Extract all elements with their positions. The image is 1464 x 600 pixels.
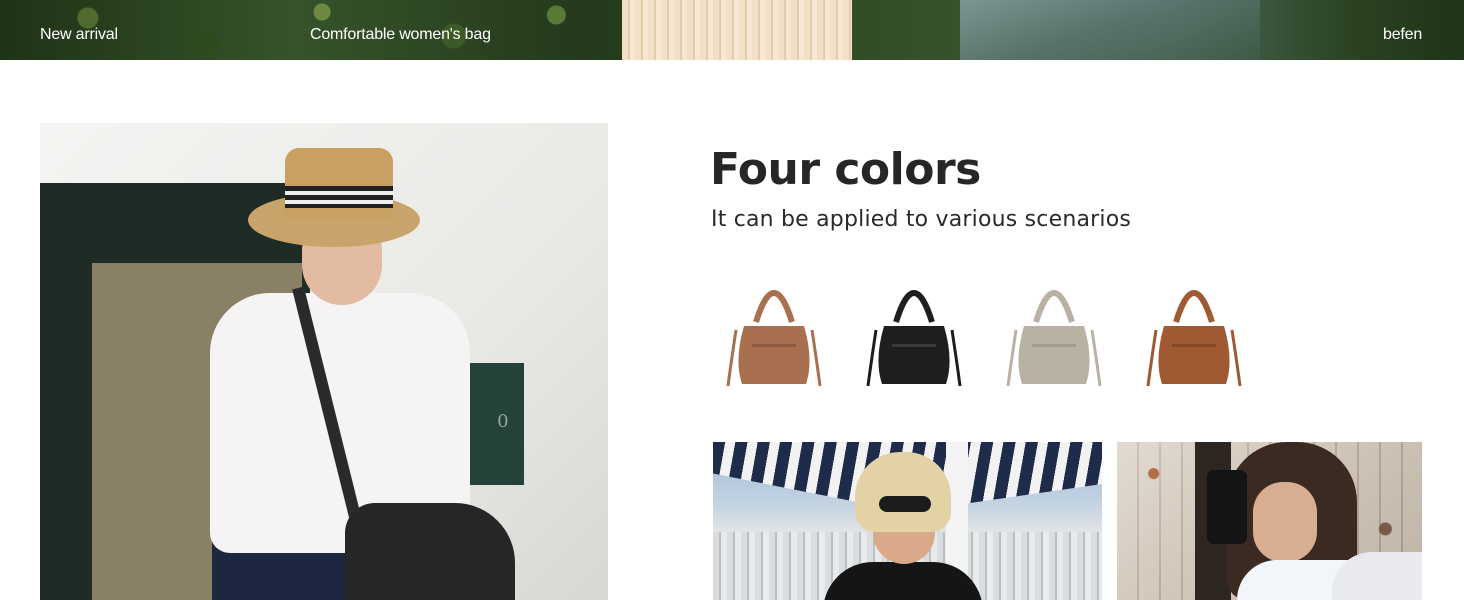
sunglasses (879, 496, 931, 512)
top-banner: New arrival Comfortable women's bag befe… (0, 0, 1464, 60)
hero-lifestyle-image: 1 0 (40, 123, 608, 600)
bag-black-image (866, 290, 962, 387)
banner-photo-skirt (622, 0, 852, 60)
banner-photo-water (960, 0, 1260, 60)
black-hobo-bag (345, 503, 515, 600)
lifestyle-photo-selfie (1117, 442, 1422, 600)
bucket-hat (855, 452, 951, 532)
section-subtitle: It can be applied to various scenarios (711, 207, 1132, 232)
bag-swatch-black[interactable] (862, 270, 966, 390)
brand-name[interactable]: befen (1383, 25, 1422, 45)
bag-swatch-brown[interactable] (722, 270, 826, 390)
model-face (1253, 482, 1317, 562)
section-title: Four colors (710, 144, 981, 195)
bag-swatch-caramel[interactable] (1142, 270, 1246, 390)
bag-gray-image (1006, 290, 1102, 387)
color-swatch-row (722, 270, 1252, 395)
banner-tagline[interactable]: Comfortable women's bag (310, 25, 491, 45)
lifestyle-photo-marina (713, 442, 1102, 600)
smartphone (1207, 470, 1247, 544)
new-arrival-link[interactable]: New arrival (40, 25, 118, 45)
bag-brown-image (726, 290, 822, 387)
bag-caramel-image (1146, 290, 1242, 387)
hat-band (285, 186, 393, 208)
bag-swatch-gray[interactable] (1002, 270, 1106, 390)
